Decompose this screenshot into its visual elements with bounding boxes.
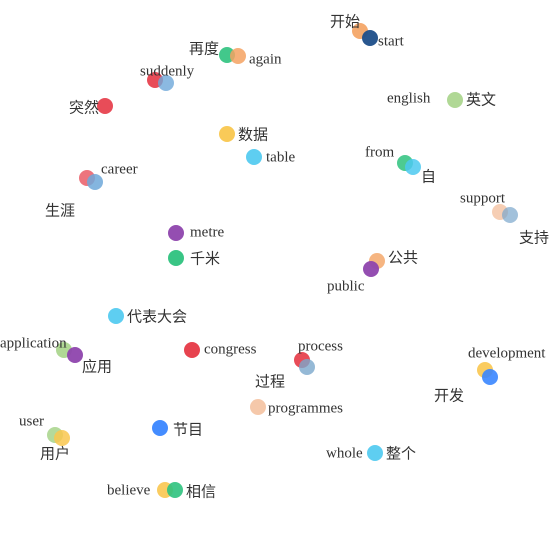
- scatter-label: again: [249, 52, 281, 69]
- scatter-point: [502, 207, 518, 223]
- scatter-label: public: [327, 279, 365, 296]
- scatter-label: 自: [421, 166, 436, 187]
- scatter-label: 相信: [186, 481, 216, 502]
- scatter-point: [167, 482, 183, 498]
- scatter-label: 公共: [388, 247, 418, 268]
- scatter-point: [108, 308, 124, 324]
- scatter-label: 支持: [519, 227, 549, 248]
- scatter-label: development: [468, 346, 545, 363]
- scatter-point: [97, 98, 113, 114]
- scatter-label: table: [266, 150, 295, 167]
- scatter-point: [482, 369, 498, 385]
- scatter-label: 再度: [189, 38, 219, 59]
- scatter-point: [363, 261, 379, 277]
- scatter-point: [405, 159, 421, 175]
- scatter-label: career: [101, 162, 138, 179]
- scatter-point: [67, 347, 83, 363]
- scatter-label: 突然: [69, 97, 99, 118]
- scatter-label: 应用: [82, 356, 112, 377]
- scatter-label: process: [298, 339, 343, 356]
- scatter-label: whole: [326, 446, 363, 463]
- scatter-point: [299, 359, 315, 375]
- scatter-label: 代表大会: [127, 306, 187, 327]
- scatter-label: 节目: [173, 419, 203, 440]
- scatter-point: [246, 149, 262, 165]
- scatter-point: [168, 225, 184, 241]
- scatter-label: programmes: [268, 401, 343, 418]
- scatter-label: english: [387, 91, 430, 108]
- scatter-label: believe: [107, 483, 150, 500]
- scatter-point: [219, 126, 235, 142]
- scatter-label: from: [365, 145, 394, 162]
- scatter-label: 数据: [238, 124, 268, 145]
- scatter-label: support: [460, 191, 505, 208]
- scatter-label: 千米: [190, 248, 220, 269]
- scatter-label: user: [19, 414, 44, 431]
- scatter-point: [250, 399, 266, 415]
- scatter-label: suddenly: [140, 64, 194, 81]
- scatter-label: application: [0, 336, 67, 353]
- scatter-point: [230, 48, 246, 64]
- scatter-point: [367, 445, 383, 461]
- scatter-label: metre: [190, 225, 224, 242]
- scatter-label: congress: [204, 342, 257, 359]
- scatter-point: [152, 420, 168, 436]
- scatter-label: 过程: [255, 371, 285, 392]
- scatter-label: 开发: [434, 385, 464, 406]
- scatter-point: [184, 342, 200, 358]
- scatter-label: 用户: [40, 443, 70, 464]
- scatter-point: [168, 250, 184, 266]
- scatter-label: 英文: [466, 89, 496, 110]
- scatter-label: 整个: [386, 443, 416, 464]
- scatter-point: [447, 92, 463, 108]
- scatter-label: 开始: [330, 11, 360, 32]
- scatter-point: [362, 30, 378, 46]
- scatter-label: start: [378, 34, 404, 51]
- scatter-label: 生涯: [45, 200, 75, 221]
